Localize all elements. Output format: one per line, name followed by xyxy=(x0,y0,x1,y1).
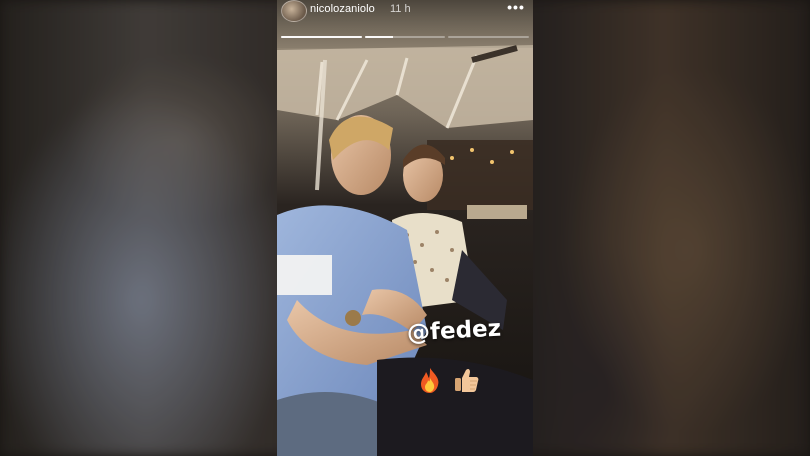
story-progress-bar xyxy=(281,36,530,38)
progress-segment xyxy=(281,36,362,38)
mention-sticker[interactable]: @fedez xyxy=(406,316,501,347)
fire-emoji xyxy=(421,368,439,393)
profile-avatar[interactable] xyxy=(281,0,307,22)
progress-segment xyxy=(448,36,530,38)
story-username[interactable]: nicolozaniolo xyxy=(310,3,375,15)
story-frame[interactable]: nicolozaniolo 11 h ••• @fedez xyxy=(277,0,533,456)
progress-fill xyxy=(281,36,362,38)
progress-fill xyxy=(364,36,393,38)
progress-segment xyxy=(364,36,446,38)
story-timestamp: 11 h xyxy=(390,3,411,15)
thumbs-up-emoji xyxy=(454,368,479,392)
emoji-sticker-row xyxy=(416,366,480,394)
story-photo xyxy=(277,0,533,456)
more-options-icon[interactable]: ••• xyxy=(506,0,526,16)
story-header: nicolozaniolo 11 h ••• xyxy=(277,0,533,48)
